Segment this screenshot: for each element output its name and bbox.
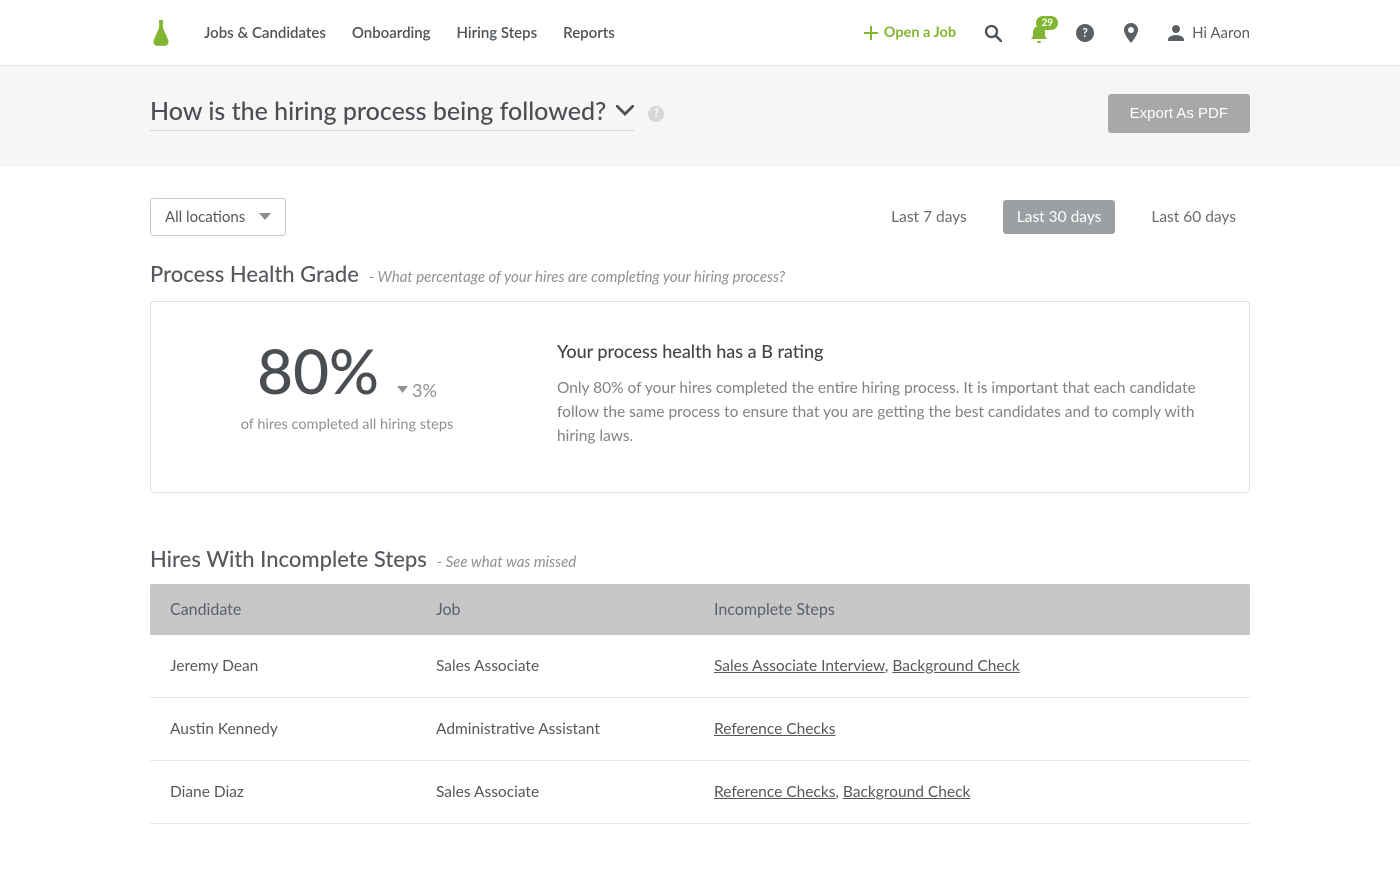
svg-text:?: ? bbox=[1082, 25, 1088, 40]
health-pct-sub: of hires completed all hiring steps bbox=[197, 416, 497, 433]
incomplete-step-link[interactable]: Sales Associate Interview bbox=[714, 657, 885, 675]
table-row: Jeremy DeanSales AssociateSales Associat… bbox=[150, 635, 1250, 698]
date-range-tabs: Last 7 days Last 30 days Last 60 days bbox=[877, 200, 1250, 234]
plus-icon bbox=[864, 26, 878, 40]
range-60-days[interactable]: Last 60 days bbox=[1137, 200, 1250, 234]
table-row: Diane DiazSales AssociateReference Check… bbox=[150, 761, 1250, 824]
user-icon bbox=[1168, 25, 1184, 41]
chevron-down-icon bbox=[616, 105, 634, 117]
incomplete-title: Hires With Incomplete Steps bbox=[150, 545, 427, 572]
cell-steps: Reference Checks, Background Check bbox=[714, 783, 1230, 801]
col-steps: Incomplete Steps bbox=[714, 600, 1230, 619]
rating-title: Your process health has a B rating bbox=[557, 340, 1203, 362]
incomplete-step-link[interactable]: Reference Checks bbox=[714, 720, 835, 738]
user-menu[interactable]: Hi Aaron bbox=[1168, 24, 1250, 42]
health-title: Process Health Grade bbox=[150, 260, 359, 287]
health-delta-value: 3% bbox=[412, 379, 437, 401]
cell-job: Sales Associate bbox=[436, 783, 714, 801]
health-subtitle: - What percentage of your hires are comp… bbox=[369, 268, 785, 286]
search-icon[interactable] bbox=[984, 24, 1002, 42]
col-job: Job bbox=[436, 600, 714, 619]
incomplete-subtitle: - See what was missed bbox=[437, 553, 576, 571]
help-icon[interactable]: ? bbox=[1076, 24, 1094, 42]
logo-icon[interactable] bbox=[150, 18, 172, 48]
nav-links: Jobs & Candidates Onboarding Hiring Step… bbox=[204, 24, 615, 42]
nav-reports[interactable]: Reports bbox=[563, 24, 615, 42]
col-candidate: Candidate bbox=[170, 600, 436, 619]
rating-body: Only 80% of your hires completed the ent… bbox=[557, 376, 1203, 448]
cell-steps: Reference Checks bbox=[714, 720, 1230, 738]
page-header: How is the hiring process being followed… bbox=[0, 66, 1400, 166]
user-greeting: Hi Aaron bbox=[1192, 24, 1250, 42]
nav-jobs[interactable]: Jobs & Candidates bbox=[204, 24, 326, 42]
incomplete-step-link[interactable]: Background Check bbox=[843, 783, 970, 801]
nav-hiring-steps[interactable]: Hiring Steps bbox=[457, 24, 538, 42]
nav-onboarding[interactable]: Onboarding bbox=[352, 24, 431, 42]
open-job-button[interactable]: Open a Job bbox=[864, 24, 956, 41]
health-card: 80% 3% of hires completed all hiring ste… bbox=[150, 301, 1250, 493]
location-select-value: All locations bbox=[165, 208, 245, 226]
location-select[interactable]: All locations bbox=[150, 198, 286, 236]
range-30-days[interactable]: Last 30 days bbox=[1003, 200, 1116, 234]
incomplete-step-link[interactable]: Background Check bbox=[892, 657, 1019, 675]
incomplete-section-header: Hires With Incomplete Steps - See what w… bbox=[150, 545, 1250, 572]
page-title-text: How is the hiring process being followed… bbox=[150, 96, 606, 126]
open-job-label: Open a Job bbox=[884, 24, 956, 41]
incomplete-table: Candidate Job Incomplete Steps Jeremy De… bbox=[150, 584, 1250, 824]
cell-candidate: Austin Kennedy bbox=[170, 720, 436, 738]
range-7-days[interactable]: Last 7 days bbox=[877, 200, 981, 234]
table-header: Candidate Job Incomplete Steps bbox=[150, 584, 1250, 635]
bell-icon[interactable]: 29 bbox=[1030, 24, 1048, 42]
top-nav: Jobs & Candidates Onboarding Hiring Step… bbox=[0, 0, 1400, 66]
table-row: Austin KennedyAdministrative AssistantRe… bbox=[150, 698, 1250, 761]
cell-candidate: Diane Diaz bbox=[170, 783, 436, 801]
health-percent: 80% bbox=[257, 340, 379, 402]
caret-down-icon bbox=[259, 213, 271, 221]
location-icon[interactable] bbox=[1122, 24, 1140, 42]
caret-down-icon bbox=[397, 386, 408, 394]
cell-job: Administrative Assistant bbox=[436, 720, 714, 738]
cell-candidate: Jeremy Dean bbox=[170, 657, 436, 675]
export-pdf-button[interactable]: Export As PDF bbox=[1108, 94, 1250, 133]
page-title-dropdown[interactable]: How is the hiring process being followed… bbox=[150, 96, 634, 131]
help-tooltip-icon[interactable]: ? bbox=[648, 106, 664, 122]
notification-badge: 29 bbox=[1036, 16, 1058, 30]
incomplete-step-link[interactable]: Reference Checks bbox=[714, 783, 835, 801]
filter-bar: All locations Last 7 days Last 30 days L… bbox=[150, 166, 1250, 260]
cell-steps: Sales Associate Interview, Background Ch… bbox=[714, 657, 1230, 675]
health-section-header: Process Health Grade - What percentage o… bbox=[150, 260, 1250, 287]
health-delta: 3% bbox=[397, 379, 437, 401]
cell-job: Sales Associate bbox=[436, 657, 714, 675]
